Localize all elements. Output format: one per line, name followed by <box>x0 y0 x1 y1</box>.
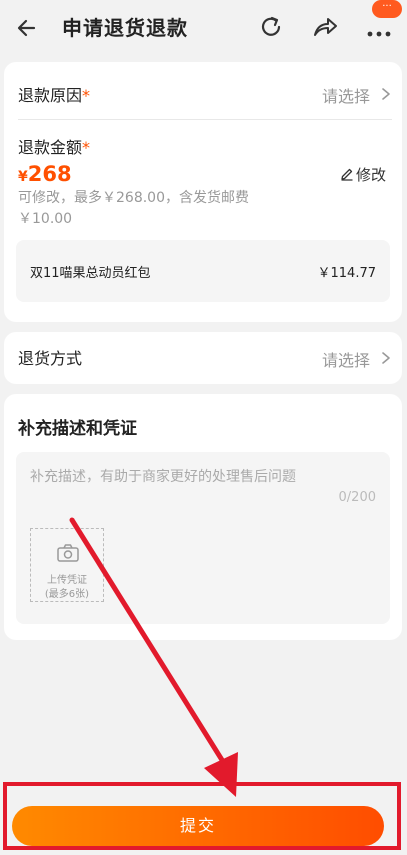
description-input[interactable]: 补充描述，有助于商家更好的处理售后问题 0/200 上传凭证 (最多6张) <box>16 452 390 624</box>
refund-amount-value: ¥268 <box>18 162 72 186</box>
more-icon[interactable] <box>362 14 396 44</box>
pencil-icon <box>341 168 353 181</box>
return-method-card[interactable]: 退货方式 请选择 <box>4 332 402 384</box>
refund-reason-label: 退款原因* <box>18 86 91 105</box>
refresh-icon[interactable] <box>256 12 286 42</box>
refund-amount-label: 退款金额* <box>18 138 91 157</box>
supplement-title: 补充描述和凭证 <box>18 419 137 439</box>
highlight-box <box>3 782 401 850</box>
description-placeholder: 补充描述，有助于商家更好的处理售后问题 <box>30 469 296 485</box>
back-arrow-icon[interactable] <box>14 14 42 42</box>
return-method-label: 退货方式 <box>18 349 83 368</box>
upload-label: 上传凭证 <box>47 575 87 586</box>
upload-limit: (最多6张) <box>44 589 90 600</box>
supplement-card: 补充描述和凭证 补充描述，有助于商家更好的处理售后问题 0/200 上传凭证 (… <box>4 394 402 640</box>
refund-reason-select[interactable]: 请选择 <box>322 83 370 107</box>
top-bar: 申请退货退款 ··· <box>0 0 407 56</box>
chevron-right-icon <box>382 88 390 100</box>
camera-icon <box>57 544 79 562</box>
refund-amount-hint: 可修改，最多￥268.00，含发货邮费￥10.00 <box>18 190 249 227</box>
share-icon[interactable] <box>310 12 340 42</box>
refund-info-card: 退款原因* 请选择 退款金额* ¥268 修改 可修改，最多￥268.00，含发… <box>4 62 402 322</box>
divider <box>18 119 392 120</box>
red-packet-row: 双11喵果总动员红包 ￥114.77 <box>16 240 390 302</box>
red-packet-value: ￥114.77 <box>317 266 377 281</box>
page-title: 申请退货退款 <box>62 16 188 40</box>
edit-amount-button[interactable]: 修改 <box>340 164 386 185</box>
upload-proof-button[interactable]: 上传凭证 (最多6张) <box>30 528 104 602</box>
return-method-select[interactable]: 请选择 <box>322 347 370 371</box>
char-counter: 0/200 <box>338 490 376 505</box>
more-badge: ··· <box>372 0 402 18</box>
chevron-right-icon <box>382 352 390 364</box>
red-packet-name: 双11喵果总动员红包 <box>30 266 151 281</box>
